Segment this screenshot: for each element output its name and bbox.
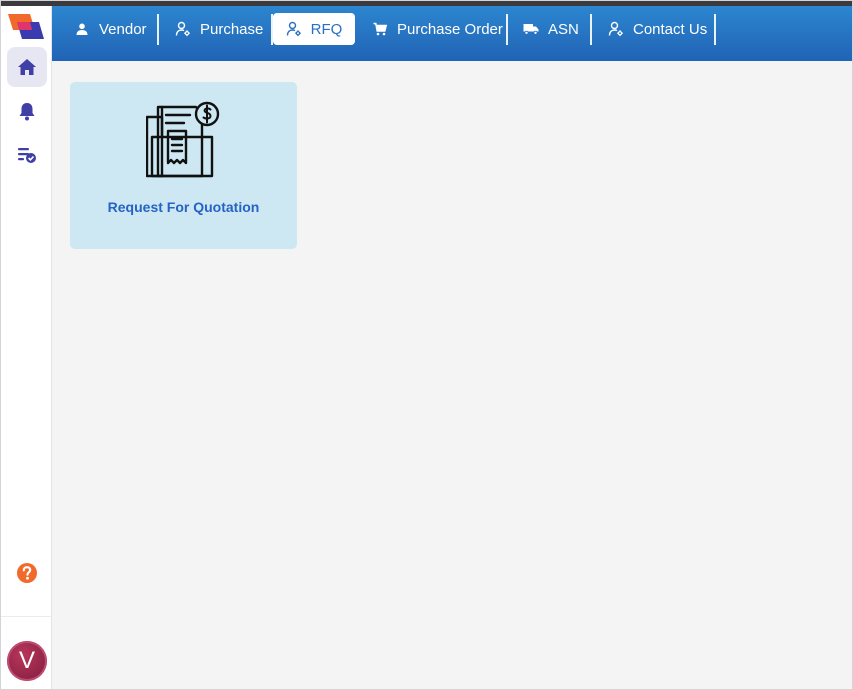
- home-icon: [17, 58, 37, 76]
- sidebar: V: [1, 1, 52, 689]
- rfq-card[interactable]: Request For Quotation: [70, 82, 297, 249]
- nav-item-label: RFQ: [310, 20, 343, 38]
- nav-item-rfq[interactable]: RFQ: [273, 13, 355, 45]
- nav-divider: [714, 14, 716, 45]
- avatar[interactable]: V: [7, 641, 47, 681]
- nav-item-purchase[interactable]: Purchase: [175, 13, 263, 45]
- cart-icon: [372, 21, 388, 37]
- person-settings-icon: [175, 21, 191, 37]
- bell-icon: [18, 101, 36, 121]
- window-top-border: [1, 1, 852, 6]
- nav-item-label: Purchase Order: [397, 20, 503, 38]
- app-logo[interactable]: [8, 13, 44, 41]
- person-icon: [74, 21, 90, 37]
- person-settings-icon: [286, 21, 302, 37]
- nav-item-label: Purchase: [200, 20, 264, 38]
- nav-item-label: ASN: [548, 20, 579, 38]
- help-button[interactable]: [7, 553, 47, 593]
- checklist-icon: [17, 146, 37, 164]
- nav-divider: [590, 14, 592, 45]
- question-circle-icon: [16, 562, 38, 584]
- nav-item-purchase-order[interactable]: Purchase Order: [372, 13, 503, 45]
- sidebar-divider: [1, 616, 51, 617]
- nav-divider: [157, 14, 159, 45]
- person-settings-icon: [608, 21, 624, 37]
- nav-item-contact-us[interactable]: Contact Us: [608, 13, 707, 45]
- nav-item-vendor[interactable]: Vendor: [74, 13, 147, 45]
- sidebar-item-home[interactable]: [7, 47, 47, 87]
- nav-item-asn[interactable]: ASN: [523, 13, 579, 45]
- card-title: Request For Quotation: [107, 199, 260, 215]
- sidebar-item-notifications[interactable]: [7, 91, 47, 131]
- nav-divider: [506, 14, 508, 45]
- nav-item-label: Vendor: [99, 20, 147, 38]
- truck-icon: [523, 21, 539, 37]
- top-navbar: Vendor Purchase RFQ Purchase Order ASN C…: [52, 6, 852, 61]
- app-window: V Vendor Purchase RFQ Purchase Order ASN…: [0, 0, 853, 690]
- invoice-dollar-icon: [145, 101, 224, 179]
- sidebar-item-tasks[interactable]: [7, 135, 47, 175]
- nav-item-label: Contact Us: [633, 20, 708, 38]
